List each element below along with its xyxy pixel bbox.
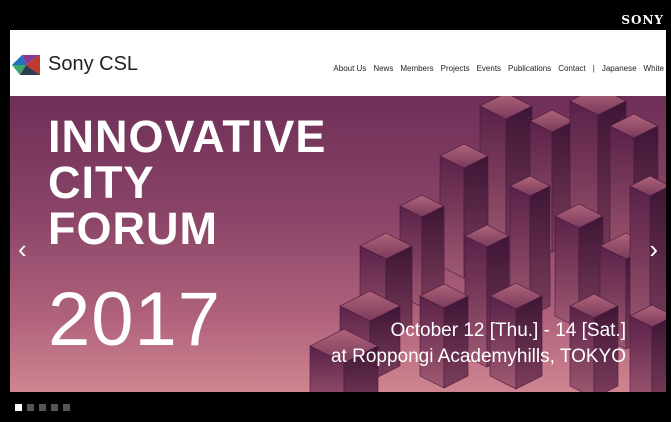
carousel-next-arrow-icon[interactable]: › [649,236,658,262]
sony-csl-logo-icon [12,54,40,75]
hero-slide[interactable]: INNOVATIVE CITY FORUM 2017 October 12 [T… [10,96,666,392]
nav-contact[interactable]: Contact [558,64,586,73]
hero-year: 2017 [48,277,222,362]
carousel-prev-arrow-icon[interactable]: ‹ [18,236,27,262]
brand-name: Sony CSL [48,53,139,75]
hero-venue: at Roppongi Academyhills, TOKYO [330,346,626,367]
nav-members[interactable]: Members [400,64,433,73]
hero-date-block: October 12 [Thu.] - 14 [Sat.] at Roppong… [331,318,626,370]
browser-viewport: SONY Sony CSL About Us News Members Proj… [10,10,666,414]
carousel-dot[interactable] [27,404,34,411]
carousel-dot[interactable] [63,404,70,411]
nav-japanese[interactable]: Japanese [602,64,637,73]
main-nav: About Us News Members Projects Events Pu… [333,64,664,73]
carousel-dot[interactable] [39,404,46,411]
hero-date: October 12 [Thu.] - 14 [Sat.] [390,320,626,341]
sony-logo[interactable]: SONY [621,13,664,27]
hero-title-line: INNOVATIVE [48,111,327,162]
nav-about-us[interactable]: About Us [333,64,366,73]
carousel-dot[interactable] [51,404,58,411]
carousel-indicators [15,404,70,411]
hero-title-line: CITY [48,157,155,208]
site-header: Sony CSL About Us News Members Projects … [10,30,666,96]
nav-news[interactable]: News [373,64,393,73]
nav-events[interactable]: Events [477,64,501,73]
nav-publications[interactable]: Publications [508,64,551,73]
carousel-dot[interactable] [15,404,22,411]
brand-link[interactable]: Sony CSL [12,53,138,76]
hero-title-line: FORUM [48,203,218,254]
nav-white[interactable]: White [644,64,664,73]
nav-separator: | [592,64,595,73]
sony-top-bar: SONY [10,10,666,30]
nav-projects[interactable]: Projects [441,64,470,73]
hero-title: INNOVATIVE CITY FORUM [48,114,326,252]
